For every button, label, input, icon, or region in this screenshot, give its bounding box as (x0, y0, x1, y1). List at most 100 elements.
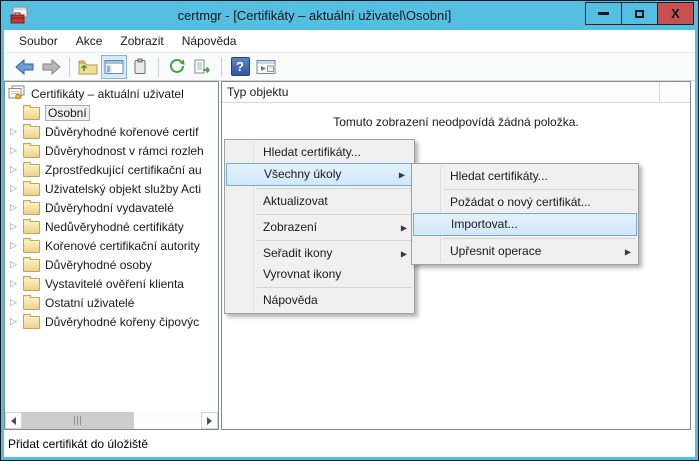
menu-item-vyrovnat-ikony[interactable]: Vyrovnat ikony (225, 264, 414, 285)
menu-item-hledat-certifikaty[interactable]: Hledat certifikáty... (225, 142, 414, 163)
menu-akce[interactable]: Akce (67, 31, 112, 51)
menu-item-vsechny-ukoly[interactable]: Všechny úkoly▶ (226, 163, 413, 186)
menu-zobrazit[interactable]: Zobrazit (111, 31, 172, 51)
tree-item[interactable]: ▷ Důvěryhodní vydavatelé (5, 198, 218, 217)
expand-arrow-icon[interactable]: ▷ (10, 279, 23, 288)
minimize-button[interactable] (585, 2, 622, 25)
menu-soubor[interactable]: Soubor (10, 31, 67, 51)
expand-arrow-icon[interactable]: ▷ (10, 165, 23, 174)
tree-item-label: Kořenové certifikační autority (45, 239, 200, 253)
folder-icon (23, 145, 40, 158)
folder-icon (23, 297, 40, 310)
menu-item-aktualizovat[interactable]: Aktualizovat (225, 191, 414, 212)
back-button[interactable] (12, 55, 38, 79)
scroll-right-icon (207, 417, 212, 425)
statusbar-text: Přidat certifikát do úložiště (8, 437, 148, 451)
tree-item-root[interactable]: Certifikáty – aktuální uživatel (5, 84, 218, 103)
submenu-item-importovat[interactable]: Importovat... (413, 213, 637, 236)
menu-separator (256, 188, 412, 189)
tree-item[interactable]: ▷ Důvěryhodnost v rámci rozleh (5, 141, 218, 160)
submenu-item-pozadat-o-novy-certifikat[interactable]: Požádat o nový certifikát... (412, 192, 638, 213)
scrollbar-thumb[interactable] (22, 412, 134, 429)
tree-item-label: Certifikáty – aktuální uživatel (31, 87, 184, 101)
expand-arrow-icon[interactable]: ▷ (10, 260, 23, 269)
toolbar-separator (158, 57, 159, 77)
tree-item-label: Uživatelský objekt služby Acti (45, 182, 201, 196)
folder-icon (23, 316, 40, 329)
expand-arrow-icon[interactable]: ▷ (10, 127, 23, 136)
new-window-icon (256, 59, 276, 75)
folder-icon (23, 278, 40, 291)
app-toolbox-icon[interactable] (9, 6, 29, 30)
certificates-root-icon (8, 85, 26, 103)
expand-arrow-icon[interactable]: ▷ (10, 298, 23, 307)
console-tree-icon (104, 59, 124, 75)
tree-item[interactable]: ▷ Důvěryhodné osoby (5, 255, 218, 274)
tree-item[interactable]: ▷ Zprostředkující certifikační au (5, 160, 218, 179)
submenu-arrow-icon: ▶ (401, 243, 407, 264)
tree-item[interactable]: ▷ Nedůvěryhodné certifikáty (5, 217, 218, 236)
folder-icon (23, 202, 40, 215)
clipboard-icon (132, 58, 148, 75)
menubar: Soubor Akce Zobrazit Nápověda (4, 30, 695, 52)
tree-item-label: Důvěryhodné kořeny čipovýc (45, 315, 199, 329)
forward-button[interactable] (38, 55, 64, 79)
scroll-right-button[interactable] (201, 412, 218, 429)
titlebar: certmgr - [Certifikáty – aktuální uživat… (1, 1, 698, 30)
export-list-button[interactable] (190, 55, 216, 79)
horizontal-scrollbar (5, 412, 218, 429)
tree-item-label: Důvěryhodné kořenové certif (45, 125, 198, 139)
menu-separator (443, 189, 636, 190)
window: certmgr - [Certifikáty – aktuální uživat… (0, 0, 699, 461)
all-tasks-submenu: Hledat certifikáty... Požádat o nový cer… (411, 163, 639, 265)
expand-arrow-icon[interactable]: ▷ (10, 241, 23, 250)
window-controls: X (586, 2, 694, 25)
menu-napoveda[interactable]: Nápověda (173, 31, 246, 51)
submenu-item-upresnit-operace[interactable]: Upřesnit operace▶ (412, 241, 638, 262)
tree-item-label-selected: Osobní (45, 105, 90, 121)
menu-item-zobrazeni[interactable]: Zobrazení▶ (225, 217, 414, 238)
minimize-icon (598, 12, 609, 15)
expand-arrow-icon[interactable]: ▷ (10, 203, 23, 212)
menu-item-napoveda[interactable]: Nápověda (225, 290, 414, 311)
tree-item[interactable]: ▷ Ostatní uživatelé (5, 293, 218, 312)
close-button[interactable]: X (657, 2, 694, 25)
tree-item[interactable]: ▷ Uživatelský objekt služby Acti (5, 179, 218, 198)
expand-arrow-icon[interactable]: ▷ (10, 184, 23, 193)
tree-item-label: Důvěryhodnost v rámci rozleh (45, 144, 204, 158)
tree-item-osobni[interactable]: Osobní (5, 103, 218, 122)
maximize-button[interactable] (621, 2, 658, 25)
maximize-icon (635, 10, 644, 18)
tree-item[interactable]: ▷ Kořenové certifikační autority (5, 236, 218, 255)
tree-item[interactable]: ▷ Důvěryhodné kořeny čipovýc (5, 312, 218, 331)
submenu-arrow-icon: ▶ (625, 241, 631, 262)
refresh-button[interactable] (164, 55, 190, 79)
expand-arrow-icon[interactable]: ▷ (10, 317, 23, 326)
column-header-typ-objektu[interactable]: Typ objektu (222, 82, 660, 102)
list-column-header-row: Typ objektu (222, 82, 690, 103)
show-console-tree-button[interactable] (101, 55, 127, 79)
help-button[interactable]: ? (227, 55, 253, 79)
expand-arrow-icon[interactable]: ▷ (10, 222, 23, 231)
tree-item[interactable]: ▷ Vystavitelé ověření klienta (5, 274, 218, 293)
tree-item-label: Důvěryhodné osoby (45, 258, 152, 272)
folder-icon (23, 259, 40, 272)
scroll-left-button[interactable] (5, 412, 22, 429)
context-menu: Hledat certifikáty... Všechny úkoly▶ Akt… (224, 139, 415, 314)
tree-item-label: Vystavitelé ověření klienta (45, 277, 184, 291)
expand-arrow-icon[interactable]: ▷ (10, 146, 23, 155)
submenu-item-hledat-certifikaty[interactable]: Hledat certifikáty... (412, 166, 638, 187)
scroll-left-icon (11, 417, 16, 425)
up-one-level-button[interactable] (75, 55, 101, 79)
tree-item[interactable]: ▷ Důvěryhodné kořenové certif (5, 122, 218, 141)
back-icon (15, 59, 35, 75)
column-header-rest (660, 82, 690, 102)
submenu-arrow-icon: ▶ (401, 217, 407, 238)
menu-item-seradit-ikony[interactable]: Seřadit ikony▶ (225, 243, 414, 264)
paste-button[interactable] (127, 55, 153, 79)
new-window-button[interactable] (253, 55, 279, 79)
scrollbar-track[interactable] (134, 412, 201, 429)
help-icon: ? (231, 57, 250, 76)
tree-item-label: Důvěryhodní vydavatelé (45, 201, 174, 215)
folder-icon (23, 107, 40, 120)
